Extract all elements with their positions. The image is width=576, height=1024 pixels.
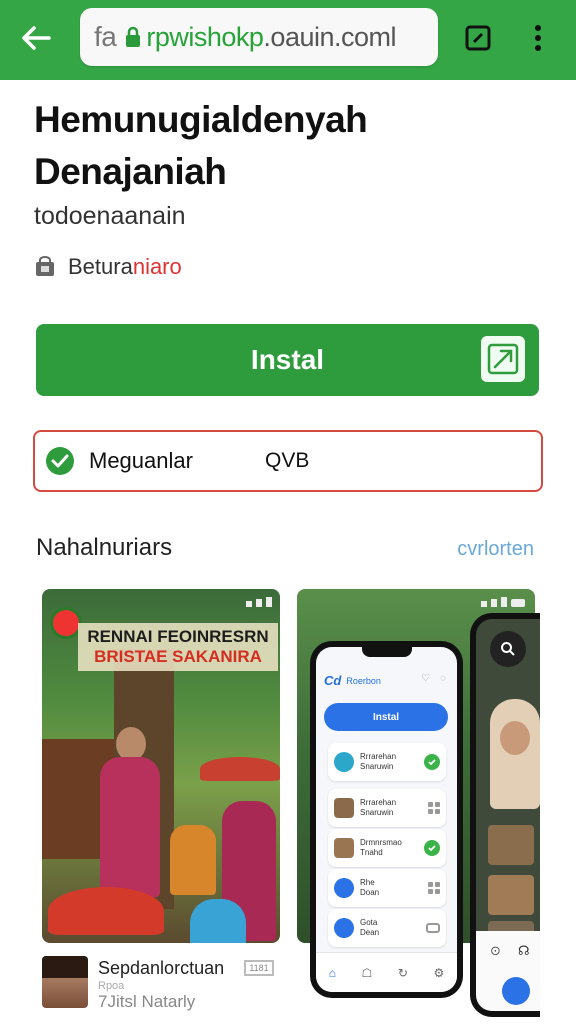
tabs-button[interactable] [460, 20, 496, 56]
bell-icon: ◌ [440, 673, 446, 684]
phone-mockup-back: ⊙ ☊ [470, 613, 540, 1017]
reviewer-name[interactable]: Sepdanlorctuan [98, 958, 224, 979]
phone-install-button: Instal [324, 703, 448, 731]
screenshots-see-more-link[interactable]: cvrlorten [457, 538, 534, 561]
fab-button [502, 977, 530, 1005]
review-badge: 1181 [244, 960, 274, 976]
category-label-part2: niaro [132, 254, 182, 279]
check-icon [424, 754, 440, 770]
verification-box[interactable]: Meguanlar QVB [33, 430, 543, 492]
card-text: Rrrarehan Snaruwin [360, 752, 397, 771]
url-prefix: fa [94, 21, 117, 52]
card-text: Rhe Doan [360, 878, 380, 897]
url-rest: .oauin.coml [263, 21, 396, 52]
verification-code: QVB [265, 449, 310, 472]
phone-list-card: Rrrarehan Snaruwin [328, 789, 446, 827]
people-icon: ☖ [361, 965, 373, 980]
check-icon [424, 840, 440, 856]
url-domain: rpwishokp [146, 21, 264, 52]
category-row[interactable]: Beturaniaro [34, 254, 182, 280]
address-bar[interactable]: fa rpwishokp.oauin.coml [80, 8, 438, 66]
screenshot-banner: RENNAI FEOINRESRN BRISTAE SAKANIRA [78, 623, 278, 671]
reviewer-avatar[interactable] [42, 956, 88, 1008]
phone-list-card: Rhe Doan [328, 869, 446, 907]
status-bar-icons [220, 597, 272, 607]
more-menu-button[interactable] [522, 18, 554, 58]
person-head [116, 727, 146, 761]
developer-name[interactable]: todoenaanain [34, 202, 186, 231]
status-bar-icons [455, 597, 525, 607]
store-icon [36, 256, 54, 276]
person-figure [190, 899, 246, 943]
browser-toolbar: fa rpwishokp.oauin.coml [0, 0, 576, 80]
back-button[interactable] [14, 18, 58, 58]
banner-line-2: BRISTAE SAKANIRA [94, 647, 262, 666]
review-meta: 7Jitsl Natarly [98, 992, 196, 1011]
screenshots-section-title: Nahalnuriars [36, 534, 173, 561]
screenshot-1[interactable]: RENNAI FEOINRESRN BRISTAE SAKANIRA [42, 589, 280, 943]
person-figure [170, 825, 216, 895]
check-circle-icon [46, 447, 74, 475]
card-icon [334, 752, 354, 772]
card-text: Rrrarehan Snaruwin [360, 798, 397, 817]
home-icon: ⌂ [328, 965, 337, 980]
phone-back-screen: ⊙ ☊ [476, 619, 540, 1011]
install-button[interactable]: Instal [36, 324, 539, 396]
phone-app-logo: Cd [324, 673, 342, 688]
hat-shape [200, 757, 280, 781]
search-icon [490, 631, 526, 667]
hat-shape [48, 887, 164, 935]
category-label-part1: Betura [68, 254, 133, 279]
card-thumbnail [334, 798, 354, 818]
phone-notch [362, 647, 412, 657]
refresh-icon: ↻ [397, 965, 408, 980]
review-subtitle: Rpoa [98, 980, 125, 992]
phone-tabbar: ⌂ ☖ ↻ ⚙ [316, 952, 457, 992]
card-icon [334, 918, 354, 938]
image-icon [426, 923, 440, 933]
share-icon[interactable] [481, 336, 525, 382]
phone-list-card: Gota Dean [328, 909, 446, 947]
phone-mockup-front: Cd Roerbon ♡ ◌ Instal Rrrarehan Snaruwin… [310, 641, 463, 998]
card-icon [334, 878, 354, 898]
heart-icon: ♡ [421, 673, 430, 684]
phone-app-header: Cd Roerbon ♡ ◌ [324, 673, 448, 688]
lock-icon [124, 26, 142, 48]
card-text: Drmnrsmao Tnahd [360, 838, 402, 857]
card-text: Gota Dean [360, 918, 380, 937]
face-shape [500, 721, 530, 755]
category-label: Beturaniaro [68, 254, 182, 280]
card-thumbnail [334, 838, 354, 858]
thumbnail [488, 825, 534, 865]
back-arrow-icon [22, 26, 51, 50]
phone-list-card: Drmnrsmao Tnahd [328, 829, 446, 867]
thumbnail [488, 875, 534, 915]
phone-app-title: Roerbon [346, 675, 381, 686]
avatar-hair [42, 956, 88, 978]
settings-icon: ⚙ [433, 965, 445, 980]
phone-list-card: Rrrarehan Snaruwin [328, 743, 446, 781]
more-vert-icon [535, 25, 541, 51]
banner-line-1: RENNAI FEOINRESRN [87, 627, 269, 646]
grid-icon [428, 802, 440, 814]
tabs-icon [465, 25, 491, 51]
phone-front-screen: Cd Roerbon ♡ ◌ Instal Rrrarehan Snaruwin… [316, 647, 457, 992]
phone-back-tabbar: ⊙ ☊ [476, 931, 540, 1011]
install-label: Instal [250, 344, 325, 375]
person-figure [100, 757, 160, 897]
url-text: rpwishokp.oauin.coml [146, 22, 396, 53]
grid-icon [428, 882, 440, 894]
profile-icon: ☊ [518, 943, 530, 958]
app-title: Hemunugialdenyah Denajaniah [34, 99, 368, 192]
verification-label: Meguanlar [89, 448, 193, 473]
settings-icon: ⊙ [490, 943, 501, 958]
